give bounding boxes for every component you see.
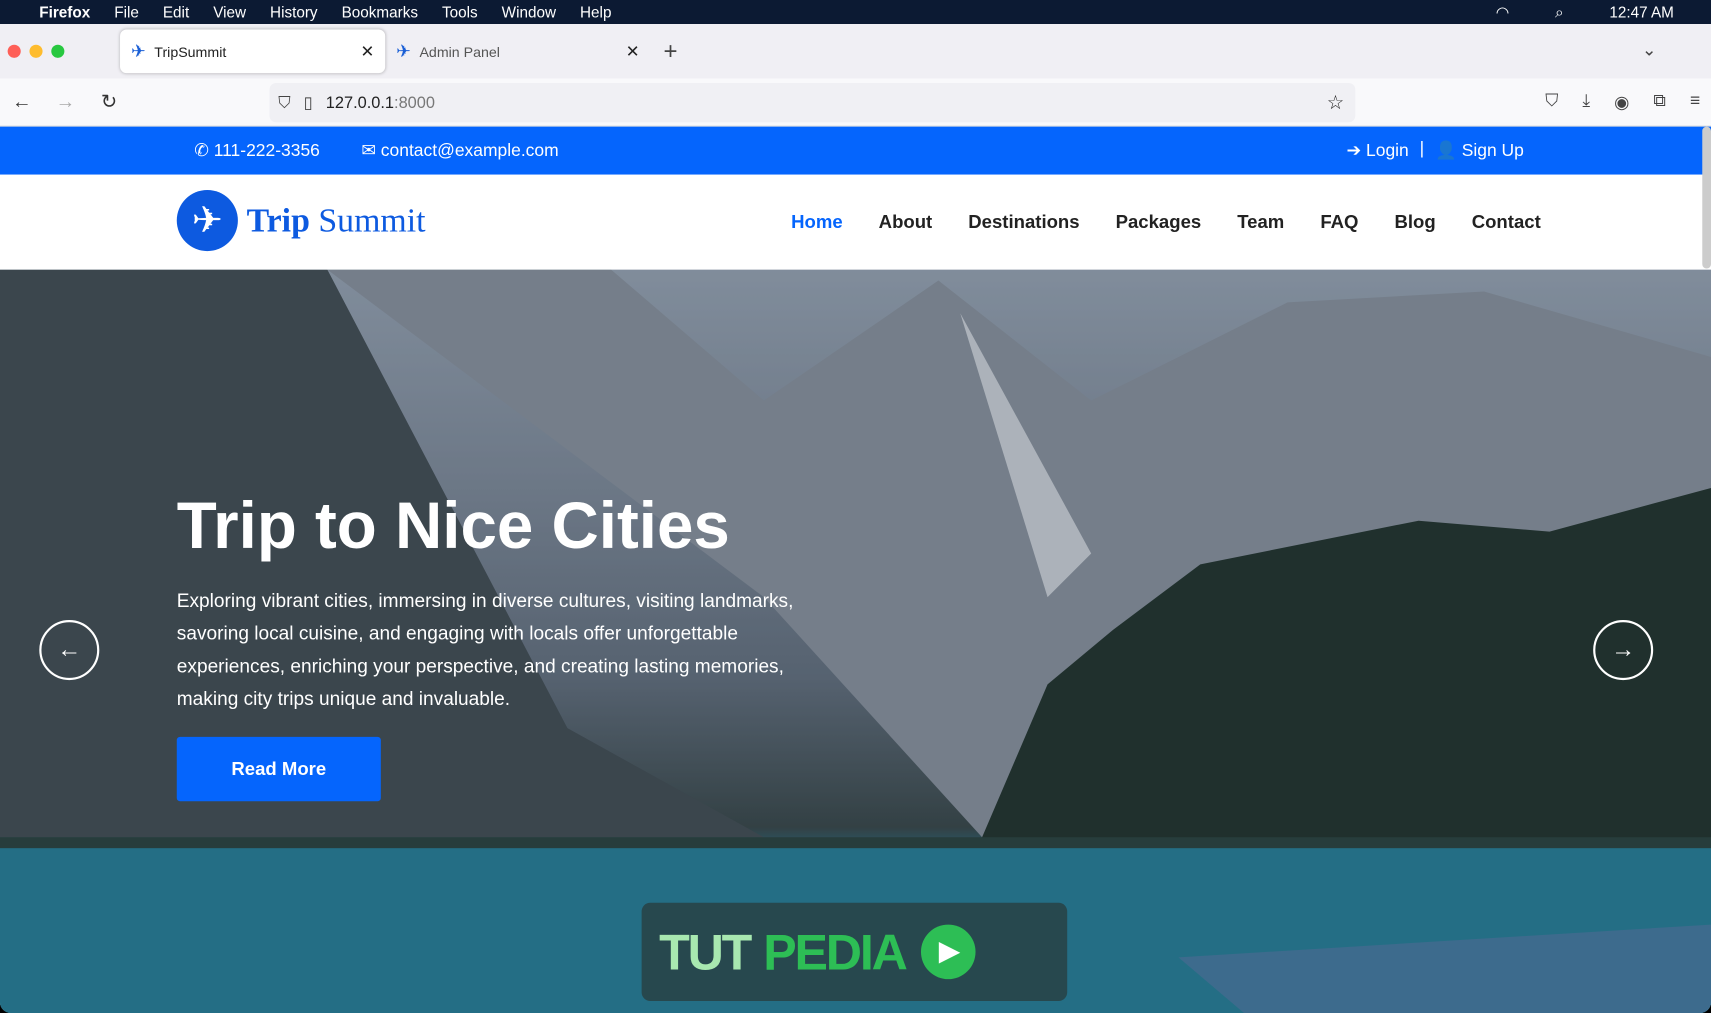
menu-file[interactable]: File xyxy=(114,3,139,20)
phone-icon: ✆ xyxy=(194,141,209,161)
signup-text: Sign Up xyxy=(1461,141,1524,161)
carousel-prev-arrow-icon[interactable]: ← xyxy=(39,620,100,681)
favicon-icon: ✈ xyxy=(130,42,146,62)
tab-tripsummit[interactable]: ✈ TripSummit ✕ xyxy=(120,29,386,74)
carousel-next-arrow-icon[interactable]: → xyxy=(1593,620,1654,681)
url-port: :8000 xyxy=(394,93,435,112)
extensions-icon[interactable]: ⧉ xyxy=(1653,91,1665,113)
site-logo[interactable]: ✈ Trip Summit xyxy=(176,189,426,252)
favicon-icon: ✈ xyxy=(396,42,411,62)
macos-menubar: Firefox File Edit View History Bookmarks… xyxy=(0,0,1711,25)
zoom-window-button[interactable] xyxy=(51,44,65,58)
plane-logo-icon: ✈ xyxy=(176,189,238,252)
watermark-text-2: PEDIA xyxy=(763,923,908,981)
window-controls xyxy=(0,44,120,58)
sign-in-icon: ➔ xyxy=(1346,141,1362,161)
login-link[interactable]: ➔ Login xyxy=(1347,140,1409,162)
bookmark-star-icon[interactable]: ☆ xyxy=(1327,91,1345,114)
tab-label: TripSummit xyxy=(154,43,227,60)
url-host: 127.0.0.1 xyxy=(325,93,395,112)
nav-about[interactable]: About xyxy=(879,211,933,233)
main-nav: Home About Destinations Packages Team FA… xyxy=(791,211,1541,233)
envelope-icon: ✉ xyxy=(361,141,376,161)
user-icon: 👤 xyxy=(1435,141,1457,161)
tutpedia-watermark-logo: TUT PEDIA ▶ xyxy=(641,902,1068,1001)
nav-packages[interactable]: Packages xyxy=(1116,211,1202,233)
menu-bookmarks[interactable]: Bookmarks xyxy=(342,3,418,20)
play-icon: ▶ xyxy=(920,924,976,980)
account-icon[interactable]: ◉ xyxy=(1614,91,1629,113)
screen: Firefox File Edit View History Bookmarks… xyxy=(0,0,1711,1013)
read-more-button[interactable]: Read More xyxy=(176,736,381,802)
email-link[interactable]: ✉ contact@example.com xyxy=(361,140,558,162)
nav-destinations[interactable]: Destinations xyxy=(968,211,1079,233)
nav-team[interactable]: Team xyxy=(1237,211,1284,233)
shield-icon[interactable]: ⛉ xyxy=(278,93,290,112)
hero-title: Trip to Nice Cities xyxy=(176,489,730,563)
back-icon[interactable]: ← xyxy=(0,91,44,114)
hamburger-menu-icon[interactable]: ≡ xyxy=(1690,91,1700,113)
forward-icon[interactable]: → xyxy=(44,91,88,114)
menu-window[interactable]: Window xyxy=(502,3,556,20)
browser-toolbar: ← → ↻ ⛉ ▯ 127.0.0.1:8000 ☆ ⛉ ⤓ ◉ ⧉ ≡ xyxy=(0,78,1711,127)
menu-app[interactable]: Firefox xyxy=(39,3,90,20)
nav-home[interactable]: Home xyxy=(791,211,843,233)
address-bar[interactable]: ⛉ ▯ 127.0.0.1:8000 ☆ xyxy=(269,82,1356,123)
minimize-window-button[interactable] xyxy=(29,44,43,58)
new-tab-button[interactable]: + xyxy=(663,37,677,65)
reload-icon[interactable]: ↻ xyxy=(87,91,131,114)
menu-edit[interactable]: Edit xyxy=(163,3,189,20)
tab-label: Admin Panel xyxy=(419,43,500,60)
menu-tools[interactable]: Tools xyxy=(442,3,478,20)
tab-admin-panel[interactable]: ✈ Admin Panel ✕ xyxy=(385,29,650,73)
wifi-icon[interactable]: ◠ xyxy=(1496,3,1509,22)
email-text: contact@example.com xyxy=(380,141,559,161)
menu-view[interactable]: View xyxy=(213,3,246,20)
signup-link[interactable]: 👤 Sign Up xyxy=(1435,140,1524,162)
phone-text: 111-222-3356 xyxy=(213,141,320,161)
close-tab-icon[interactable]: ✕ xyxy=(361,41,375,62)
watermark-text-1: TUT xyxy=(659,923,752,981)
page-icon: ▯ xyxy=(303,93,313,113)
tab-bar: ✈ TripSummit ✕ ✈ Admin Panel ✕ + ⌄ xyxy=(0,24,1711,79)
download-icon[interactable]: ⤓ xyxy=(1582,91,1590,113)
search-icon[interactable]: ⌕ xyxy=(1555,3,1564,22)
logo-text-bold: Trip xyxy=(246,200,310,240)
phone-link[interactable]: ✆ 111-222-3356 xyxy=(194,140,320,162)
login-text: Login xyxy=(1366,141,1409,161)
close-tab-icon[interactable]: ✕ xyxy=(626,41,640,62)
contact-topbar: ✆ 111-222-3356 ✉ contact@example.com ➔ L… xyxy=(0,126,1711,175)
close-window-button[interactable] xyxy=(7,44,21,58)
separator: | xyxy=(1419,139,1425,159)
page-scrollbar[interactable] xyxy=(1702,126,1711,269)
logo-text: Summit xyxy=(318,200,426,240)
clock[interactable]: 12:47 AM xyxy=(1609,3,1674,20)
tab-list-chevron-icon[interactable]: ⌄ xyxy=(1642,39,1657,61)
menu-history[interactable]: History xyxy=(270,3,318,20)
menu-help[interactable]: Help xyxy=(580,3,611,20)
nav-contact[interactable]: Contact xyxy=(1472,211,1541,233)
hero-carousel: Trip to Nice Cities Exploring vibrant ci… xyxy=(0,269,1711,1013)
hero-description: Exploring vibrant cities, immersing in d… xyxy=(176,589,794,710)
site-header: ✈ Trip Summit Home About Destinations Pa… xyxy=(0,174,1711,270)
pocket-icon[interactable]: ⛉ xyxy=(1545,91,1558,113)
nav-faq[interactable]: FAQ xyxy=(1320,211,1358,233)
nav-blog[interactable]: Blog xyxy=(1394,211,1435,233)
